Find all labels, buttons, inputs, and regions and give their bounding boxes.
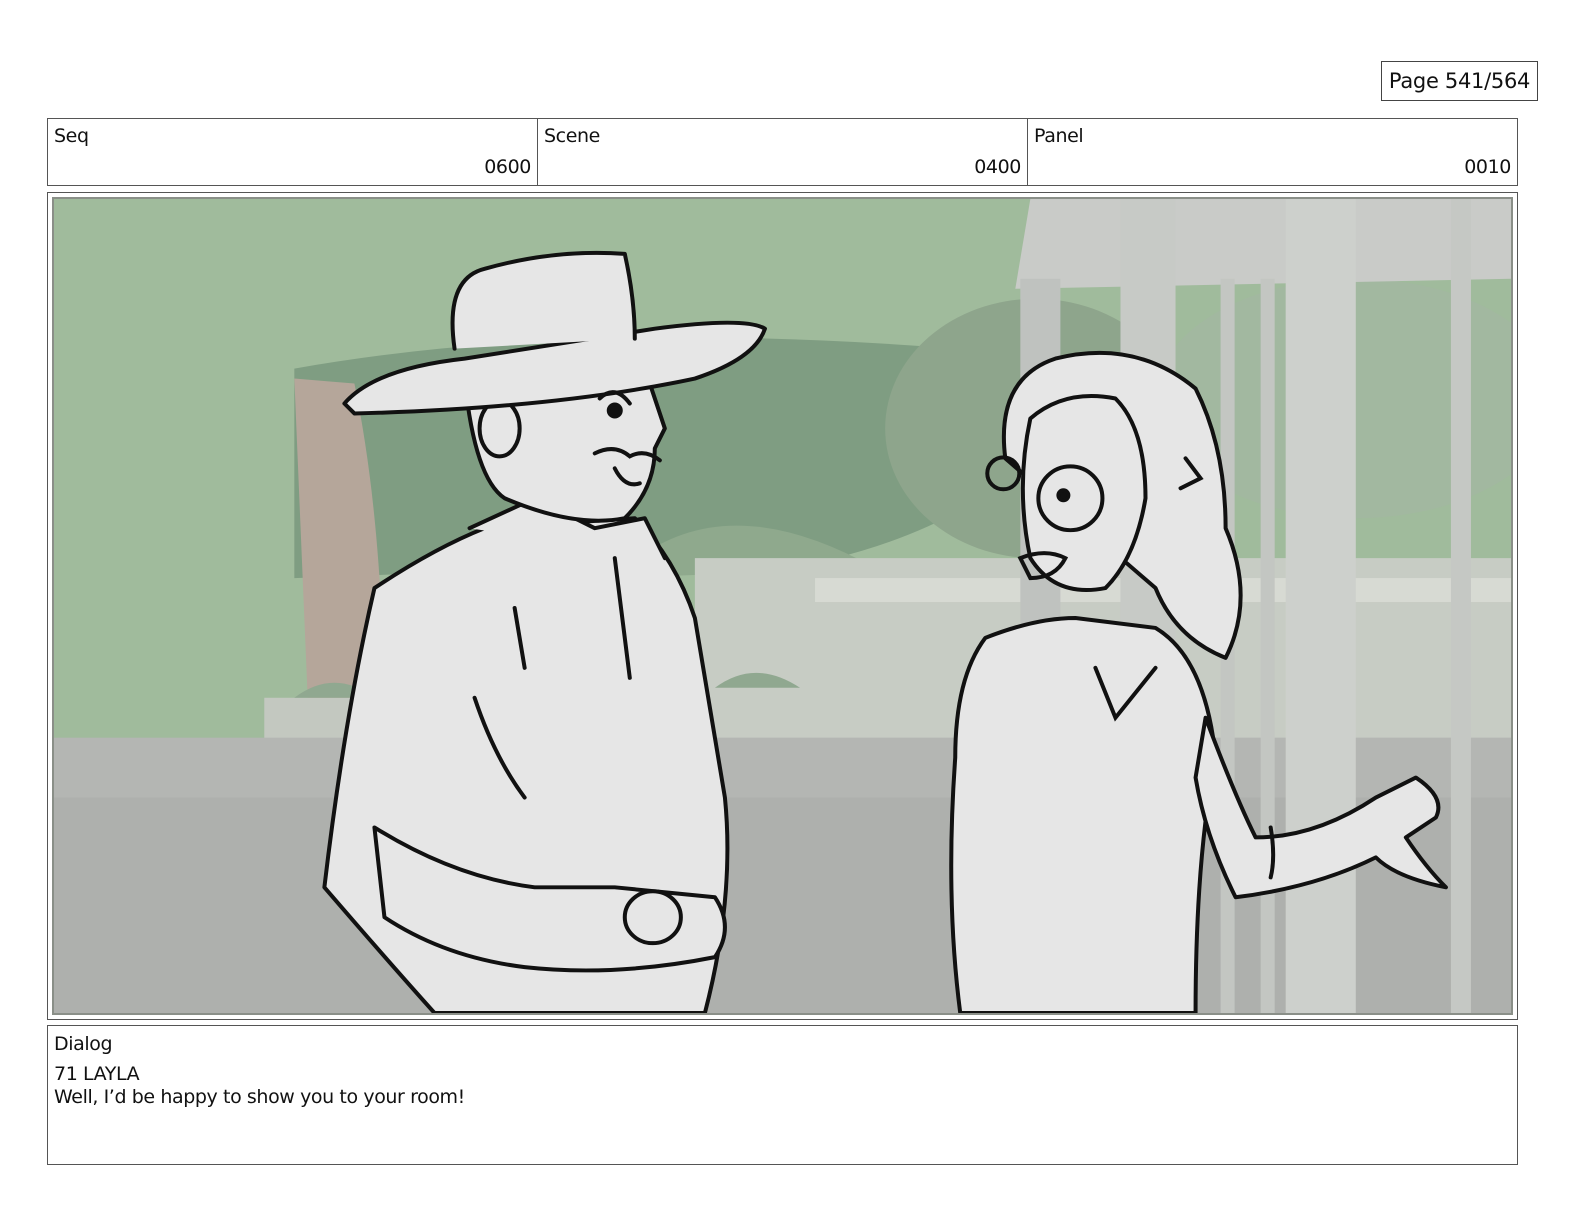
storyboard-header: Seq 0600 Scene 0400 Panel 0010	[47, 118, 1518, 186]
dialog-line: Well, I’d be happy to show you to your r…	[54, 1086, 465, 1108]
panel-cell: Panel 0010	[1028, 119, 1517, 185]
seq-value: 0600	[484, 156, 531, 178]
dialog-label: Dialog	[54, 1033, 113, 1055]
page-number-badge: Page 541/564	[1381, 61, 1538, 101]
scene-cell: Scene 0400	[538, 119, 1028, 185]
panel-value: 0010	[1464, 156, 1511, 178]
dialog-box: Dialog 71 LAYLA Well, I’d be happy to sh…	[47, 1025, 1518, 1165]
scene-value: 0400	[974, 156, 1021, 178]
storyboard-panel-image	[52, 197, 1513, 1015]
storyboard-panel-frame	[47, 192, 1518, 1020]
panel-label: Panel	[1034, 125, 1084, 147]
scene-label: Scene	[544, 125, 600, 147]
seq-label: Seq	[54, 125, 89, 147]
dialog-speaker: 71 LAYLA	[54, 1063, 140, 1085]
seq-cell: Seq 0600	[48, 119, 538, 185]
